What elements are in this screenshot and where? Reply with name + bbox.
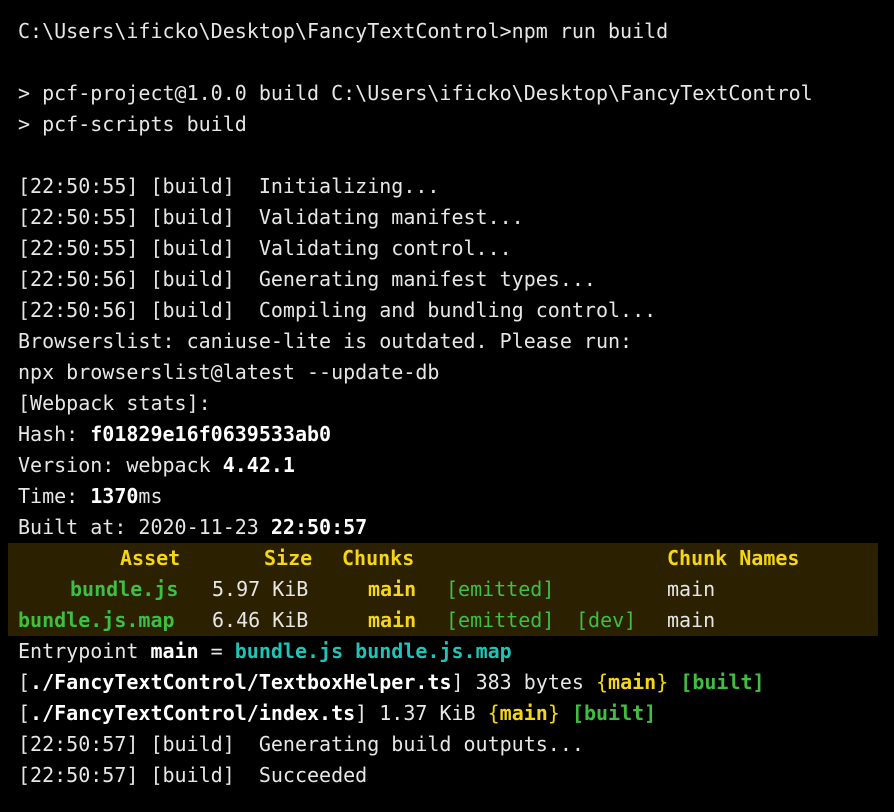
brace-open: { <box>595 670 609 694</box>
asset-status: [emitted] <box>446 608 555 632</box>
brace-close: } <box>547 701 560 725</box>
module-size: 1.37 KiB <box>367 701 488 725</box>
entrypoint-files: bundle.js bundle.js.map <box>234 639 512 663</box>
command-line: C:\Users\ificko\Desktop\FancyTextControl… <box>18 19 669 43</box>
asset-chunk: main <box>368 608 417 632</box>
module-line: [./FancyTextControl/index.ts] 1.37 KiB {… <box>18 698 656 729</box>
build-step-line: [22:50:55] [build] Validating control... <box>18 236 512 260</box>
brace-open: { <box>487 701 500 725</box>
asset-size: 6.46 KiB <box>212 608 309 632</box>
build-step-line: [22:50:55] [build] Initializing... <box>18 174 440 198</box>
size-header: Size <box>264 546 313 570</box>
entrypoint-name: main <box>150 639 199 663</box>
browserslist-warning: Browserslist: caniuse-lite is outdated. … <box>18 329 633 353</box>
entrypoint-line: Entrypoint main = bundle.js bundle.js.ma… <box>18 636 512 667</box>
asset-dev-flag: [dev] <box>576 608 637 632</box>
time-unit: ms <box>138 484 163 508</box>
bracket-open: [ <box>18 701 31 725</box>
chunks-header: Chunks <box>342 546 415 570</box>
built-at-time: 22:50:57 <box>270 515 368 539</box>
version-value: 4.42.1 <box>222 453 295 477</box>
webpack-stats-header: [Webpack stats]: <box>18 391 211 415</box>
bracket-close: ] <box>451 670 464 694</box>
time-line: Time: 1370ms <box>18 481 163 512</box>
asset-header: Asset <box>120 546 181 570</box>
terminal-window[interactable]: C:\Users\ificko\Desktop\FancyTextControl… <box>0 0 894 812</box>
asset-chunk-name: main <box>667 577 716 601</box>
asset-size: 5.97 KiB <box>212 577 309 601</box>
time-value: 1370 <box>90 484 139 508</box>
asset-name: bundle.js.map <box>18 608 175 632</box>
version-label: Version: webpack <box>18 453 223 477</box>
module-line: [./FancyTextControl/TextboxHelper.ts] 38… <box>18 667 765 698</box>
build-step-line: [22:50:56] [build] Compiling and bundlin… <box>18 298 657 322</box>
bracket-close: ] <box>355 701 368 725</box>
built-at-line: Built at: 2020-11-23 22:50:57 <box>18 512 367 543</box>
version-line: Version: webpack 4.42.1 <box>18 450 295 481</box>
hash-value: f01829e16f0639533ab0 <box>90 422 332 446</box>
module-chunk: main <box>499 701 548 725</box>
hash-label: Hash: <box>18 422 91 446</box>
entrypoint-equals: = <box>198 639 235 663</box>
hash-line: Hash: f01829e16f0639533ab0 <box>18 419 331 450</box>
module-path: ./FancyTextControl/TextboxHelper.ts <box>30 670 452 694</box>
build-step-line: [22:50:56] [build] Generating manifest t… <box>18 267 596 291</box>
module-status: [built] <box>668 670 765 694</box>
asset-status: [emitted] <box>446 577 555 601</box>
built-at-label: Built at: 2020-11-23 <box>18 515 271 539</box>
module-status: [built] <box>559 701 657 725</box>
module-chunk: main <box>608 670 657 694</box>
build-step-line: [22:50:57] [build] Succeeded <box>18 763 368 787</box>
bracket-open: [ <box>18 670 31 694</box>
module-path: ./FancyTextControl/index.ts <box>30 701 356 725</box>
asset-chunk: main <box>368 577 417 601</box>
build-step-line: [22:50:55] [build] Validating manifest..… <box>18 205 524 229</box>
asset-chunk-name: main <box>667 608 716 632</box>
build-step-line: [22:50:57] [build] Generating build outp… <box>18 732 584 756</box>
script-line: > pcf-project@1.0.0 build C:\Users\ifick… <box>18 81 813 105</box>
brace-close: } <box>656 670 669 694</box>
time-label: Time: <box>18 484 91 508</box>
browserslist-command: npx browserslist@latest --update-db <box>18 360 440 384</box>
module-size: 383 bytes <box>463 670 596 694</box>
entrypoint-label: Entrypoint <box>18 639 151 663</box>
script-line: > pcf-scripts build <box>18 112 247 136</box>
chunk-names-header: Chunk Names <box>667 546 800 570</box>
asset-name: bundle.js <box>70 577 179 601</box>
